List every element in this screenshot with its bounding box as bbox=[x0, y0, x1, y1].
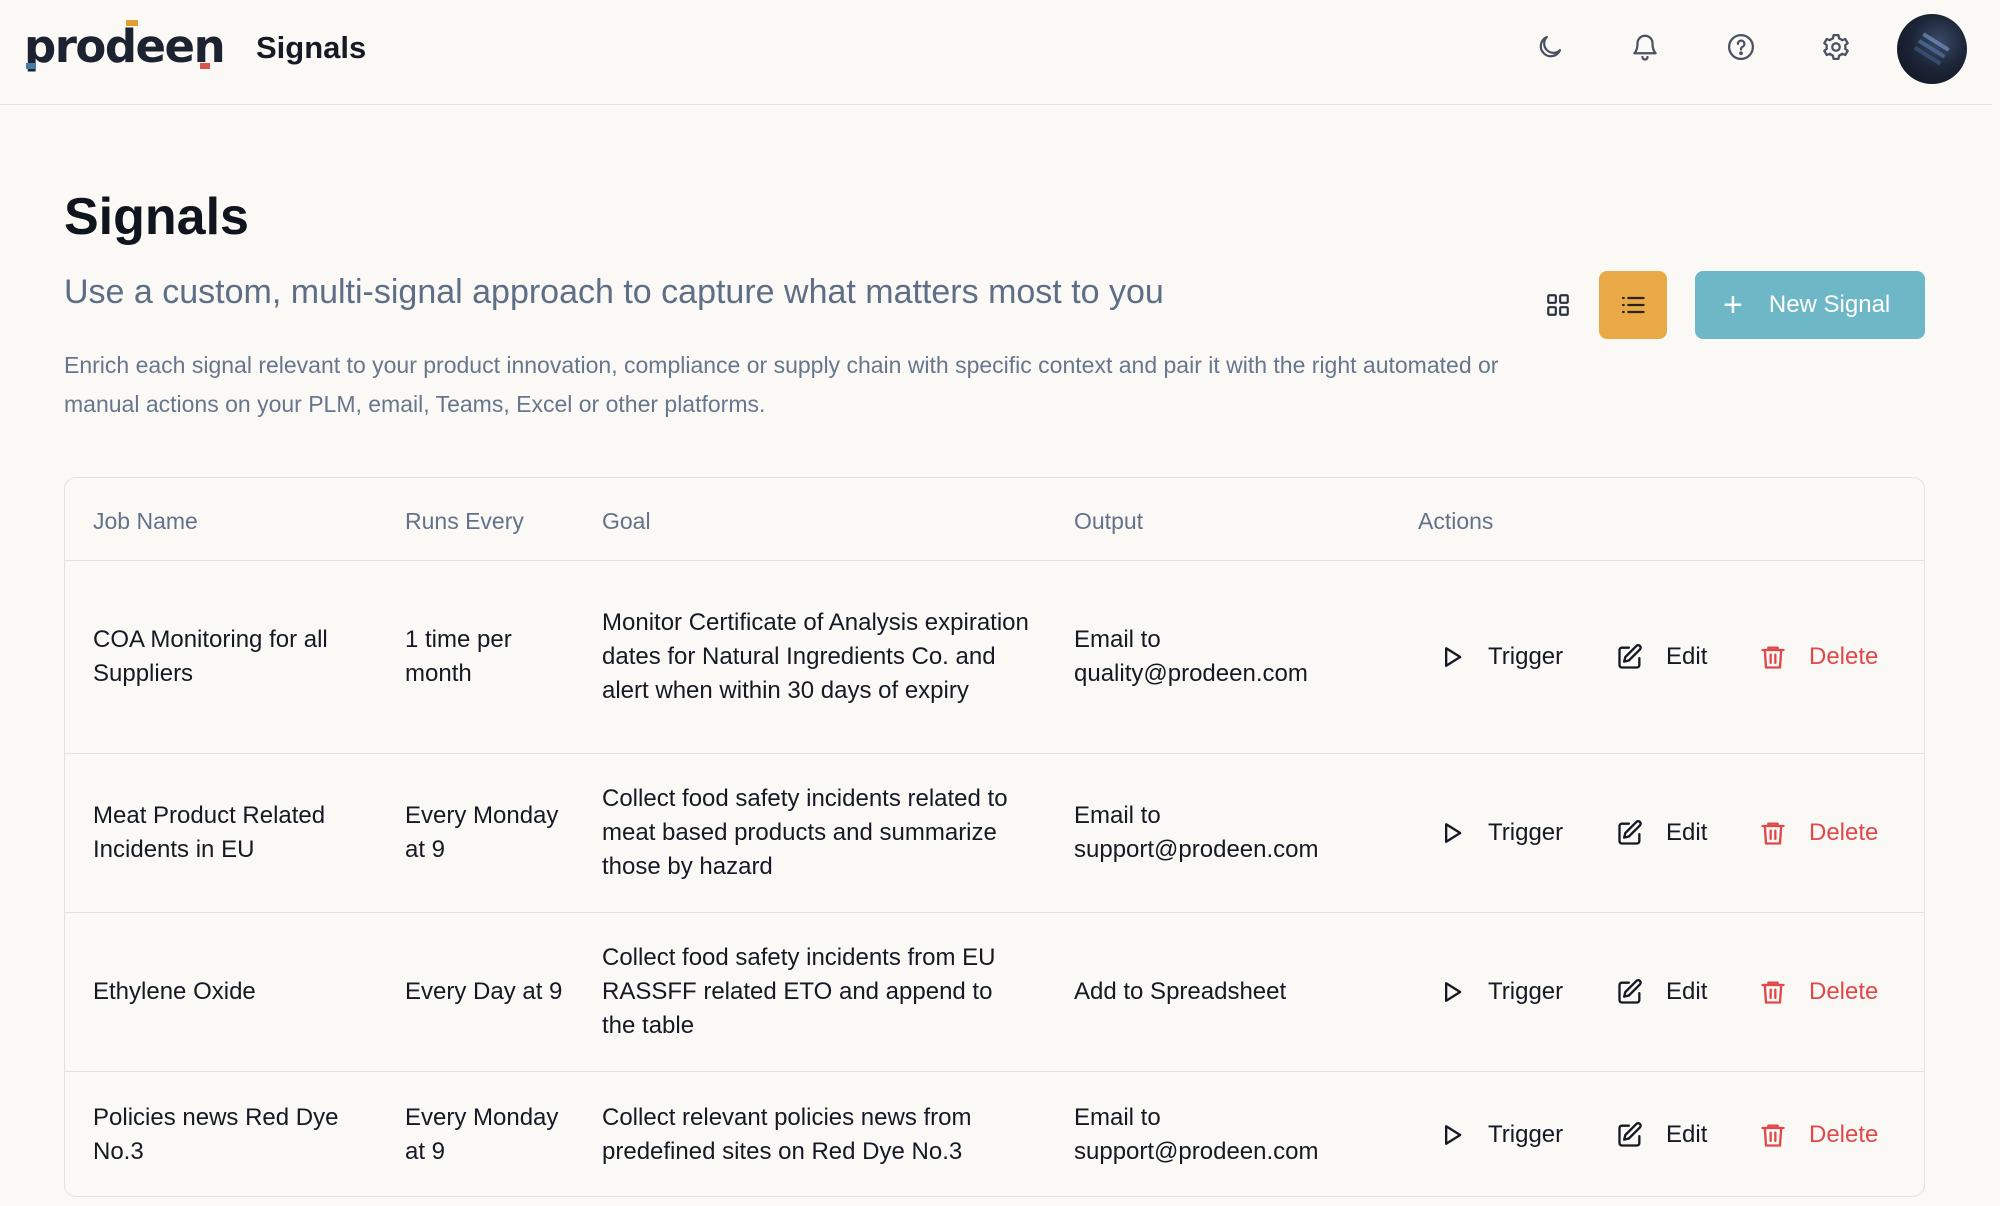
trigger-label: Trigger bbox=[1488, 978, 1564, 1005]
help-icon[interactable] bbox=[1724, 30, 1758, 64]
edit-label: Edit bbox=[1666, 643, 1708, 670]
play-icon bbox=[1445, 647, 1462, 667]
edit-button[interactable]: Edit bbox=[1616, 1072, 1708, 1196]
page-title: Signals bbox=[64, 188, 249, 246]
new-signal-label: New Signal bbox=[1768, 291, 1891, 318]
edit-button[interactable]: Edit bbox=[1616, 561, 1707, 753]
trigger-label: Trigger bbox=[1488, 1121, 1564, 1148]
delete-label: Delete bbox=[1809, 978, 1879, 1005]
delete-label: Delete bbox=[1809, 1121, 1879, 1148]
list-view-toggle[interactable] bbox=[1599, 271, 1667, 339]
delete-label: Delete bbox=[1809, 819, 1879, 846]
trash-icon bbox=[1761, 822, 1785, 845]
header-output: Output bbox=[1074, 508, 1144, 534]
app-title: Signals bbox=[256, 30, 367, 65]
delete-button[interactable]: Delete bbox=[1759, 1072, 1879, 1196]
header-runs-every: Runs Every bbox=[405, 508, 524, 534]
trash-icon bbox=[1761, 981, 1785, 1004]
top-bar: prodeen Signals bbox=[0, 0, 1992, 105]
table-row: Meat Product Related Incidents in EU Eve… bbox=[65, 754, 1924, 913]
delete-button[interactable]: Delete bbox=[1759, 913, 1878, 1071]
job-name-cell: Ethylene Oxide bbox=[93, 978, 256, 1005]
list-icon bbox=[1621, 296, 1645, 314]
gear-icon[interactable] bbox=[1819, 30, 1853, 64]
job-name-cell: Policies news Red Dye No.3 bbox=[93, 1104, 339, 1165]
trigger-button[interactable]: Trigger bbox=[1438, 754, 1563, 912]
goal-cell: Monitor Certificate of Analysis expirati… bbox=[602, 609, 1029, 704]
output-cell: Email to support@prodeen.com bbox=[1074, 1104, 1319, 1165]
trigger-label: Trigger bbox=[1488, 643, 1564, 670]
signals-table: Job Name Runs Every Goal Output Actions … bbox=[64, 477, 1925, 1197]
edit-button[interactable]: Edit bbox=[1616, 913, 1707, 1071]
user-avatar[interactable] bbox=[1897, 14, 1967, 84]
output-cell: Email to support@prodeen.com bbox=[1074, 802, 1319, 863]
table-row: Ethylene Oxide Every Day at 9 Collect fo… bbox=[65, 913, 1924, 1072]
edit-label: Edit bbox=[1666, 1121, 1708, 1148]
page-description: Enrich each signal relevant to your prod… bbox=[64, 352, 1499, 417]
goal-cell: Collect relevant policies news from pred… bbox=[602, 1104, 972, 1165]
header-job-name: Job Name bbox=[93, 508, 198, 534]
edit-icon bbox=[1618, 644, 1642, 669]
trigger-button[interactable]: Trigger bbox=[1438, 1072, 1564, 1196]
trigger-label: Trigger bbox=[1488, 819, 1564, 846]
edit-icon bbox=[1618, 1122, 1642, 1147]
plus-icon: + bbox=[1723, 286, 1743, 324]
grid-icon bbox=[1547, 294, 1569, 316]
trash-icon bbox=[1761, 646, 1785, 669]
goal-cell: Collect food safety incidents related to… bbox=[602, 785, 1008, 880]
logo-text: prodeen bbox=[24, 20, 226, 73]
output-cell: Add to Spreadsheet bbox=[1074, 978, 1287, 1005]
runs-every-cell: Every Monday at 9 bbox=[405, 1104, 559, 1165]
table-header: Job Name Runs Every Goal Output Actions bbox=[65, 478, 1924, 561]
play-icon bbox=[1445, 823, 1462, 843]
header-goal: Goal bbox=[602, 508, 651, 534]
moon-icon[interactable] bbox=[1533, 30, 1567, 64]
header-actions: Actions bbox=[1418, 508, 1494, 534]
play-icon bbox=[1445, 982, 1462, 1002]
play-icon bbox=[1445, 1125, 1462, 1145]
delete-button[interactable]: Delete bbox=[1759, 561, 1878, 753]
edit-icon bbox=[1618, 820, 1642, 845]
table-row: COA Monitoring for all Suppliers 1 time … bbox=[65, 561, 1924, 754]
runs-every-cell: Every Day at 9 bbox=[405, 978, 563, 1005]
trigger-button[interactable]: Trigger bbox=[1438, 561, 1563, 753]
delete-button[interactable]: Delete bbox=[1759, 754, 1878, 912]
trigger-button[interactable]: Trigger bbox=[1438, 913, 1563, 1071]
page-subtitle: Use a custom, multi-signal approach to c… bbox=[64, 273, 1164, 311]
edit-button[interactable]: Edit bbox=[1616, 754, 1707, 912]
output-cell: Email to quality@prodeen.com bbox=[1074, 626, 1308, 687]
trash-icon bbox=[1761, 1124, 1785, 1147]
edit-label: Edit bbox=[1666, 819, 1708, 846]
job-name-cell: COA Monitoring for all Suppliers bbox=[93, 626, 328, 687]
runs-every-cell: 1 time per month bbox=[405, 626, 512, 687]
bell-icon[interactable] bbox=[1628, 30, 1662, 64]
grid-view-toggle[interactable] bbox=[1533, 271, 1583, 339]
table-row: Policies news Red Dye No.3 Every Monday … bbox=[65, 1072, 1924, 1196]
edit-label: Edit bbox=[1666, 978, 1708, 1005]
runs-every-cell: Every Monday at 9 bbox=[405, 802, 559, 863]
goal-cell: Collect food safety incidents from EU RA… bbox=[602, 944, 996, 1039]
new-signal-button[interactable]: + New Signal bbox=[1695, 271, 1925, 339]
prodeen-logo[interactable]: prodeen bbox=[24, 20, 226, 73]
delete-label: Delete bbox=[1809, 643, 1879, 670]
edit-icon bbox=[1618, 979, 1642, 1004]
job-name-cell: Meat Product Related Incidents in EU bbox=[93, 802, 326, 863]
